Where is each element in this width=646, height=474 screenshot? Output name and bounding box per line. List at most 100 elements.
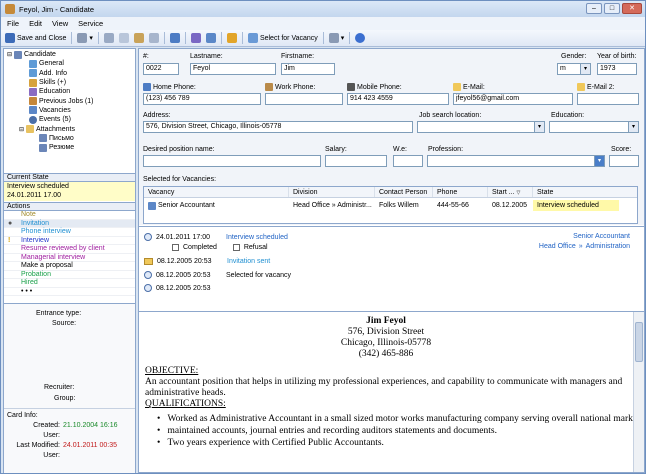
select-for-vacancy-button[interactable]: Select for Vacancy bbox=[247, 33, 318, 43]
col-phone[interactable]: Phone bbox=[433, 187, 488, 197]
help-icon[interactable] bbox=[355, 33, 366, 43]
save-close-button[interactable]: Save and Close bbox=[5, 33, 66, 43]
tree-item-add-info[interactable]: Add. Info bbox=[7, 69, 132, 78]
history-item[interactable]: 08.12.2005 20:53 bbox=[144, 284, 226, 292]
tree-item-events[interactable]: Events (5) bbox=[7, 115, 132, 124]
calendar-icon[interactable] bbox=[190, 33, 201, 43]
created-user-label: User: bbox=[43, 432, 60, 439]
tree-item-skills[interactable]: Skills (+) bbox=[7, 78, 132, 87]
menu-file[interactable]: File bbox=[7, 19, 19, 28]
tree-item-previous-jobs[interactable]: Previous Jobs (1) bbox=[7, 96, 132, 106]
vacancies-icon bbox=[29, 106, 37, 115]
action-hired[interactable]: Hired bbox=[4, 279, 135, 288]
attach-button[interactable]: ▾ bbox=[328, 33, 344, 43]
col-state[interactable]: State bbox=[533, 187, 637, 197]
work-phone-field[interactable] bbox=[265, 93, 343, 105]
phone-icon bbox=[143, 83, 151, 91]
tree-item-resume[interactable]: Резюме bbox=[7, 143, 132, 152]
tree-item-attachments[interactable]: ⊟ Attachments bbox=[7, 124, 132, 134]
chevron-down-icon: ▾ bbox=[534, 122, 544, 132]
action-note[interactable]: Note bbox=[4, 211, 135, 220]
col-vacancy[interactable]: Vacancy bbox=[144, 187, 289, 197]
sort-icon: ▽ bbox=[516, 190, 521, 196]
tree-item-candidate[interactable]: ⊟ Candidate bbox=[7, 50, 132, 59]
tree-item-general[interactable]: General bbox=[7, 59, 132, 68]
print-icon bbox=[77, 33, 88, 43]
action-more[interactable]: • • • bbox=[4, 288, 135, 296]
general-icon bbox=[29, 59, 37, 68]
menu-service[interactable]: Service bbox=[78, 19, 103, 28]
tree-item-letter[interactable]: Письмо bbox=[7, 134, 132, 143]
history-division-link[interactable]: Head Office» Administration bbox=[539, 243, 630, 250]
document-icon bbox=[39, 134, 47, 143]
completed-checkbox[interactable] bbox=[172, 244, 179, 251]
history-item[interactable]: 08.12.2005 20:53 Invitation sent bbox=[144, 258, 270, 265]
profession-select[interactable]: ▾ bbox=[427, 155, 605, 167]
source-label: Source: bbox=[52, 320, 77, 327]
col-contact[interactable]: Contact Person bbox=[375, 187, 433, 197]
menu-view[interactable]: View bbox=[52, 19, 68, 28]
firstname-field[interactable]: Jim bbox=[281, 63, 335, 75]
tree-item-vacancies[interactable]: Vacancies bbox=[7, 106, 132, 115]
tree-item-education[interactable]: Education bbox=[7, 87, 132, 96]
copy-icon[interactable] bbox=[118, 33, 129, 43]
history-item[interactable]: 08.12.2005 20:53 Selected for vacancy bbox=[144, 271, 291, 279]
yob-field[interactable]: 1973 bbox=[597, 63, 637, 75]
col-start[interactable]: Start ... ▽ bbox=[488, 187, 533, 197]
close-button[interactable]: ✕ bbox=[622, 3, 642, 14]
history-vacancy-link[interactable]: Senior Accountant bbox=[573, 233, 630, 240]
col-division[interactable]: Division bbox=[289, 187, 375, 197]
desired-position-field[interactable] bbox=[143, 155, 321, 167]
num-field[interactable]: 0022 bbox=[143, 63, 179, 75]
score-field[interactable] bbox=[609, 155, 639, 167]
action-resume-reviewed[interactable]: Resume reviewed by client bbox=[4, 245, 135, 254]
lastname-field[interactable]: Feyol bbox=[190, 63, 276, 75]
table-row[interactable]: Senior Accountant Head Office » Administ… bbox=[144, 200, 637, 211]
salary-field[interactable] bbox=[325, 155, 387, 167]
chevron-down-icon: ▾ bbox=[594, 156, 604, 166]
email-field[interactable]: jfeyol56@gmail.com bbox=[453, 93, 573, 105]
action-probation[interactable]: Probation bbox=[4, 271, 135, 279]
home-phone-field[interactable]: (123) 456 789 bbox=[143, 93, 261, 105]
candidate-window: Feyol, Jim - Candidate – □ ✕ File Edit V… bbox=[0, 0, 646, 474]
resume-scrollbar[interactable] bbox=[633, 312, 644, 472]
resume-preview: Jim Feyol 576, Division Street Chicago, … bbox=[139, 311, 644, 472]
action-make-proposal[interactable]: Make a proposal bbox=[4, 262, 135, 271]
cut-icon[interactable] bbox=[103, 33, 114, 43]
job-search-location-select[interactable]: ▾ bbox=[417, 121, 545, 133]
mobile-phone-label: Mobile Phone: bbox=[347, 83, 402, 91]
vacancy-icon[interactable] bbox=[205, 33, 216, 43]
action-managerial-interview[interactable]: Managerial interview bbox=[4, 254, 135, 262]
created-value: 21.10.2004 16:16 bbox=[63, 422, 118, 429]
email-label: E-Mail: bbox=[453, 83, 485, 91]
score-label: Score: bbox=[611, 146, 632, 153]
education-select[interactable]: ▾ bbox=[549, 121, 639, 133]
print-button[interactable]: ▾ bbox=[77, 33, 93, 43]
maximize-button[interactable]: □ bbox=[604, 3, 620, 14]
email2-field[interactable] bbox=[577, 93, 639, 105]
paperclip-icon bbox=[328, 33, 339, 43]
down-arrow-icon[interactable] bbox=[226, 33, 237, 43]
paste-icon[interactable] bbox=[133, 33, 144, 43]
mobile-phone-field[interactable]: 914 423 4559 bbox=[347, 93, 449, 105]
action-invitation[interactable]: ● Invitation bbox=[4, 219, 135, 228]
resume-qualifications-heading: QUALIFICATIONS: bbox=[145, 399, 226, 409]
undo-icon[interactable] bbox=[148, 33, 159, 43]
refusal-checkbox[interactable] bbox=[232, 244, 240, 251]
menu-edit[interactable]: Edit bbox=[29, 19, 42, 28]
action-interview[interactable]: ! Interview bbox=[4, 237, 135, 245]
gender-select[interactable]: m ▾ bbox=[557, 63, 591, 75]
spellcheck-icon[interactable] bbox=[169, 33, 180, 43]
resume-phone: (342) 465-886 bbox=[358, 349, 414, 359]
action-phone-interview[interactable]: Phone interview bbox=[4, 228, 135, 237]
resume-objective-line-2: administrative heads. bbox=[145, 388, 226, 398]
scrollbar-thumb[interactable] bbox=[635, 322, 643, 362]
num-label: #: bbox=[143, 53, 149, 60]
select-vacancy-icon bbox=[247, 33, 258, 43]
modified-label: Last Modified: bbox=[16, 442, 60, 449]
clock-icon bbox=[144, 284, 152, 292]
we-field[interactable] bbox=[393, 155, 423, 167]
history-item[interactable]: 24.01.2011 17:00 Interview scheduled bbox=[144, 233, 288, 241]
address-field[interactable]: 576, Division Street, Chicago, Illinois-… bbox=[143, 121, 413, 133]
minimize-button[interactable]: – bbox=[586, 3, 602, 14]
